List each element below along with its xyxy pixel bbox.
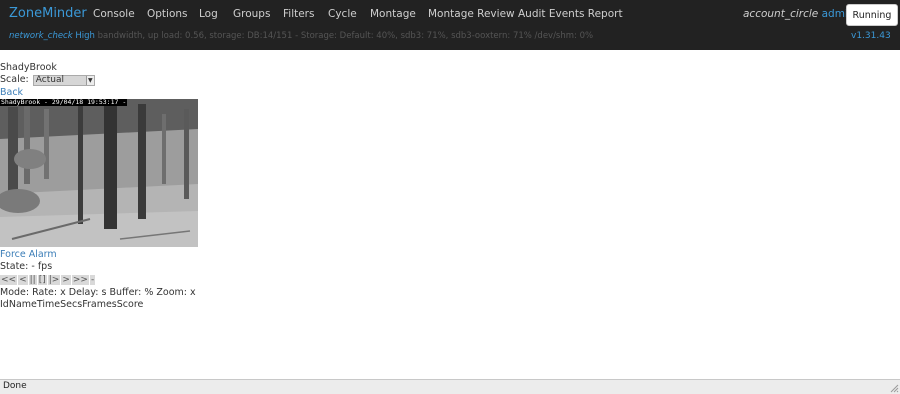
zoom-out-button[interactable]: - — [89, 275, 96, 285]
nav-item-options[interactable]: Options — [147, 8, 188, 20]
nav-item-log[interactable]: Log — [199, 8, 218, 20]
monitor-stream-image[interactable]: ShadyBrook - 29/04/18 19:53:17 - — [0, 99, 198, 247]
nav-item-montage[interactable]: Montage — [370, 8, 416, 20]
fast-rewind-button[interactable]: << — [0, 275, 18, 285]
nav-item-cycle[interactable]: Cycle — [328, 8, 357, 20]
stream-mode-info: Mode: Rate: x Delay: s Buffer: % Zoom: x — [0, 287, 196, 298]
stop-button[interactable]: [] — [37, 275, 47, 285]
pause-button[interactable]: || — [28, 275, 37, 285]
force-alarm-link[interactable]: Force Alarm — [0, 249, 57, 260]
nav-item-groups[interactable]: Groups — [233, 8, 270, 20]
step-forward-button[interactable]: > — [61, 275, 71, 285]
system-status-line: network_check High bandwidth, up load: 0… — [9, 31, 593, 41]
step-back-button[interactable]: < — [18, 275, 28, 285]
stream-timestamp-overlay: ShadyBrook - 29/04/18 19:53:17 - — [0, 99, 128, 106]
monitor-title: ShadyBrook — [0, 62, 57, 73]
back-link[interactable]: Back — [0, 87, 23, 98]
nav-item-console[interactable]: Console — [93, 8, 135, 20]
network-check-icon: network_check — [9, 31, 73, 41]
system-load-info: bandwidth, up load: 0.56, storage: DB:14… — [97, 31, 594, 41]
brand-logo[interactable]: ZoneMinder — [9, 6, 87, 21]
network-level: High — [75, 31, 95, 41]
resize-grip-icon[interactable] — [889, 383, 899, 393]
scale-row: Scale: Actual ▼ — [0, 74, 900, 87]
column-header-secs: Secs — [60, 299, 83, 310]
nav-item-filters[interactable]: Filters — [283, 8, 314, 20]
stream-state: State: - fps — [0, 261, 53, 272]
watch-content: ShadyBrook Scale: Actual ▼ Back ShadyBro… — [0, 62, 900, 311]
stream-controls: << < ||[] |> > >> - — [0, 274, 900, 286]
nav-item-montage-review[interactable]: Montage Review — [428, 8, 515, 20]
column-header-id: Id — [0, 299, 9, 310]
scale-select[interactable]: Actual ▼ — [32, 75, 95, 86]
scale-label: Scale: — [0, 74, 29, 85]
column-header-name: Name — [8, 299, 37, 310]
events-table-header: IdNameTimeSecsFramesScore — [0, 299, 900, 311]
nav-item-audit-events-report[interactable]: Audit Events Report — [518, 8, 623, 20]
scale-selected-value: Actual — [35, 75, 64, 85]
run-state-button[interactable]: Running — [846, 4, 898, 26]
top-navbar: ZoneMinder Console Options Log Groups Fi… — [0, 0, 900, 50]
status-text: Done — [3, 381, 27, 391]
account-menu[interactable]: account_circle admin — [743, 8, 855, 20]
version-label[interactable]: v1.31.43 — [851, 31, 891, 41]
column-header-score: Score — [116, 299, 144, 310]
account-circle-icon: account_circle — [743, 8, 819, 20]
fast-forward-button[interactable]: >> — [71, 275, 89, 285]
play-button[interactable]: |> — [47, 275, 61, 285]
forest-scene-image — [0, 99, 198, 247]
column-header-frames: Frames — [82, 299, 117, 310]
column-header-time: Time — [36, 299, 61, 310]
browser-status-bar: Done — [0, 379, 900, 394]
chevron-down-icon: ▼ — [85, 76, 94, 85]
